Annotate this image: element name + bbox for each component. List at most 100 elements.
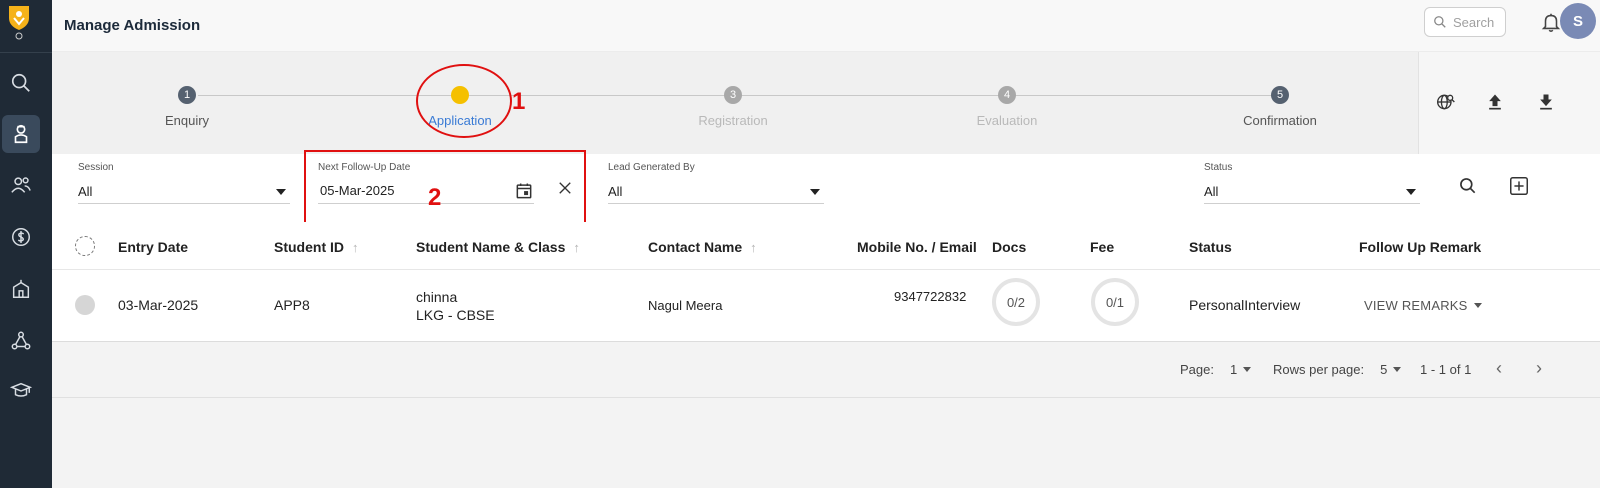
col-fee-label: Fee	[1090, 239, 1115, 255]
page-value: 1	[1229, 362, 1238, 377]
rows-per-page-label: Rows per page:	[1273, 362, 1365, 377]
select-all-checkbox[interactable]	[75, 236, 95, 256]
nav-admission-icon[interactable]	[2, 115, 40, 153]
lead-filter: Lead Generated By	[608, 162, 695, 173]
step-label: Confirmation	[1243, 113, 1317, 128]
step-number: 4	[998, 86, 1016, 104]
global-search[interactable]	[1424, 7, 1506, 37]
cell-student-id: APP8	[274, 297, 310, 313]
admission-table: Entry Date Student ID ↑ Student Name & Cl…	[52, 222, 1600, 342]
search-input[interactable]	[1453, 14, 1505, 30]
cell-contact-name: Nagul Meera	[648, 298, 723, 313]
view-remarks-label: VIEW REMARKS	[1364, 298, 1468, 313]
chevron-down-icon	[1406, 188, 1416, 195]
session-label: Session	[78, 162, 114, 173]
pagination-bar: Page: 1 Rows per page: 5 1 - 1 of 1 ‹ ›	[52, 342, 1600, 398]
page-title: Manage Admission	[64, 17, 201, 34]
col-follow-up-remark[interactable]: Follow Up Remark	[1359, 239, 1481, 255]
col-entry-date[interactable]: Entry Date	[118, 239, 188, 255]
top-header: Manage Admission S	[52, 0, 1600, 52]
fee-progress-value: 0/1	[1105, 294, 1125, 310]
download-icon[interactable]	[1536, 92, 1556, 112]
filter-search-icon[interactable]	[1458, 176, 1478, 196]
sort-arrow-icon: ↑	[573, 239, 580, 255]
globe-search-icon[interactable]	[1436, 92, 1456, 112]
add-new-icon[interactable]	[1508, 175, 1530, 197]
view-remarks-button[interactable]: VIEW REMARKS	[1364, 298, 1486, 313]
filter-bar: Session All Next Follow-Up Date 05-Mar-2…	[52, 150, 1600, 224]
step-confirmation[interactable]: 5 Confirmation	[1210, 86, 1350, 128]
school-logo[interactable]	[6, 4, 32, 40]
table-row[interactable]: 03-Mar-2025 APP8 chinna LKG - CBSE Nagul…	[52, 270, 1600, 342]
nav-fee-icon[interactable]	[2, 218, 40, 256]
chevron-down-icon	[276, 188, 286, 195]
col-docs-label: Docs	[992, 239, 1027, 255]
col-contact-name[interactable]: Contact Name ↑	[648, 239, 757, 255]
chevron-down-icon	[810, 188, 820, 195]
docs-progress-ring[interactable]: 0/2	[992, 278, 1040, 326]
table-header: Entry Date Student ID ↑ Student Name & Cl…	[52, 222, 1600, 270]
col-student-name-label: Student Name & Class	[416, 239, 566, 255]
lead-label: Lead Generated By	[608, 162, 695, 173]
rows-per-page-selector[interactable]: Rows per page: 5	[1273, 362, 1405, 377]
cell-student-class: LKG - CBSE	[416, 307, 495, 323]
page-range: 1 - 1 of 1	[1420, 362, 1472, 377]
step-label: Enquiry	[164, 113, 210, 128]
sort-arrow-icon: ↑	[750, 239, 757, 255]
step-number: 3	[724, 86, 742, 104]
status-value: All	[1204, 184, 1219, 199]
cell-student-name: chinna	[416, 289, 458, 305]
step-evaluation[interactable]: 4 Evaluation	[937, 86, 1077, 128]
col-student-id[interactable]: Student ID ↑	[274, 239, 359, 255]
annotation-number-2: 2	[428, 184, 442, 211]
col-student-id-label: Student ID	[274, 239, 344, 255]
row-select-checkbox[interactable]	[75, 295, 95, 315]
step-number: 1	[178, 86, 196, 104]
prev-page-icon[interactable]: ‹	[1496, 358, 1502, 379]
lead-select[interactable]: All	[608, 180, 824, 204]
nav-graduation-icon[interactable]	[2, 372, 40, 410]
session-value: All	[78, 184, 93, 199]
col-status-label: Status	[1189, 239, 1232, 255]
col-follow-up-remark-label: Follow Up Remark	[1359, 239, 1482, 255]
content-empty-area	[52, 398, 1600, 488]
nav-network-icon[interactable]	[2, 322, 40, 360]
col-mobile[interactable]: Mobile No. / Email	[857, 239, 977, 255]
admission-stepper: 1 Enquiry Application 3 Registration 4 E…	[52, 52, 1418, 154]
nav-people-icon[interactable]	[2, 166, 40, 204]
session-filter: Session	[78, 162, 114, 173]
annotation-rectangle	[304, 150, 586, 224]
step-label: Evaluation	[976, 113, 1038, 128]
search-icon	[1434, 16, 1446, 28]
page-label: Page:	[1180, 362, 1214, 377]
step-registration[interactable]: 3 Registration	[663, 86, 803, 128]
annotation-ellipse	[416, 64, 512, 138]
upload-icon[interactable]	[1485, 92, 1505, 112]
annotation-number-1: 1	[512, 88, 526, 115]
col-mobile-label: Mobile No. / Email	[857, 239, 977, 255]
col-status[interactable]: Status	[1189, 239, 1232, 255]
step-enquiry[interactable]: 1 Enquiry	[117, 86, 257, 128]
status-select[interactable]: All	[1204, 180, 1420, 204]
status-label: Status	[1204, 162, 1233, 173]
sidebar	[0, 0, 52, 488]
nav-search-icon[interactable]	[2, 64, 40, 102]
page-selector[interactable]: Page: 1	[1180, 362, 1255, 377]
col-fee[interactable]: Fee	[1090, 239, 1114, 255]
notification-bell-icon[interactable]	[1540, 11, 1562, 33]
status-filter: Status	[1204, 162, 1232, 173]
cell-entry-date: 03-Mar-2025	[118, 297, 199, 313]
step-number: 5	[1271, 86, 1289, 104]
session-select[interactable]: All	[78, 180, 290, 204]
sort-arrow-icon: ↑	[352, 239, 359, 255]
next-page-icon[interactable]: ›	[1536, 358, 1542, 379]
nav-building-icon[interactable]	[2, 270, 40, 308]
step-label: Registration	[698, 113, 768, 128]
fee-progress-ring[interactable]: 0/1	[1091, 278, 1139, 326]
col-student-name[interactable]: Student Name & Class ↑	[416, 239, 580, 255]
chevron-down-icon	[1473, 303, 1482, 308]
user-avatar[interactable]: S	[1560, 3, 1596, 39]
sidebar-divider	[0, 52, 52, 53]
chevron-down-icon	[1393, 367, 1402, 372]
col-docs[interactable]: Docs	[992, 239, 1026, 255]
